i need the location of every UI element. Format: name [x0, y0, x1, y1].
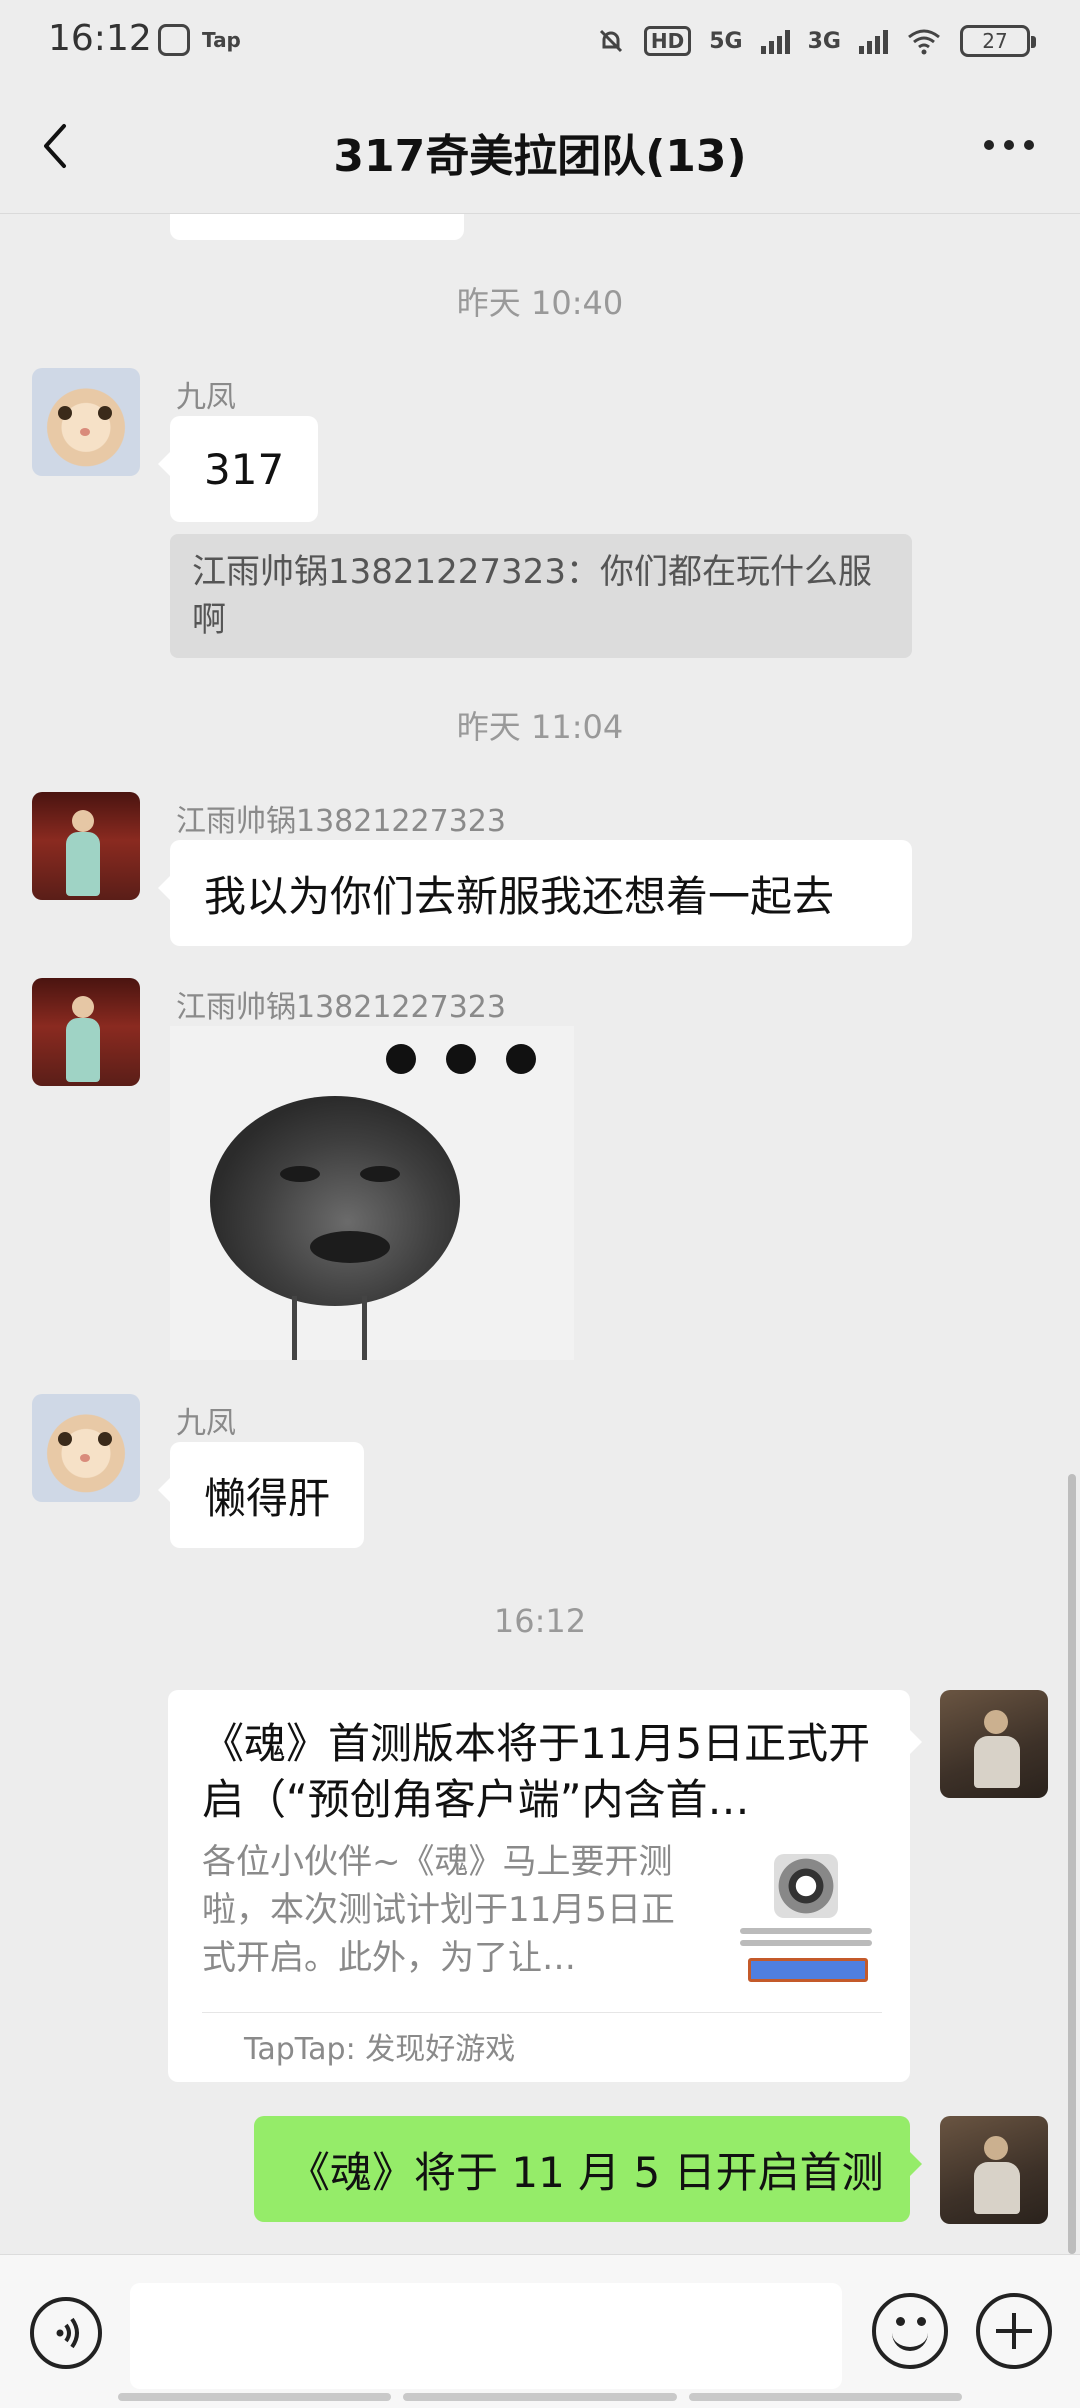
wifi-icon [908, 29, 940, 55]
meme-face-sticker[interactable] [170, 1026, 574, 1360]
link-card-description: 各位小伙伴~《魂》马上要开测啦，本次测试计划于11月5日正式开启。此外，为了让… [202, 1842, 675, 1978]
battery-icon: 27 [960, 25, 1036, 57]
link-card-title: 《魂》首测版本将于11月5日正式开启（“预创角客户端”内含首… [202, 1719, 871, 1824]
status-bar: 16:12 Tap HD 5G 3G 27 [0, 0, 1080, 80]
chat-area[interactable]: 昨天 10:40 九凤 317 江雨帅锅13821227323：你们都在玩什么服… [0, 214, 1080, 2254]
sender-name: 九凤 [176, 1406, 236, 1441]
sender-name: 江雨帅锅13821227323 [176, 990, 506, 1025]
more-dots-icon [984, 140, 994, 150]
timestamp: 16:12 [493, 1602, 587, 1640]
link-card-source: TapTap: 发现好游戏 [244, 2032, 516, 2067]
emoji-button[interactable] [872, 2293, 948, 2369]
chat-header: 317奇美拉团队(13) [0, 80, 1080, 214]
signal-3g-icon [859, 28, 888, 54]
emoji-icon [896, 2317, 905, 2326]
avatar-jiangyu[interactable] [32, 792, 140, 900]
avatar-jiangyu[interactable] [32, 978, 140, 1086]
network-5g-label: 5G [709, 28, 743, 54]
plus-icon[interactable] [976, 2293, 1052, 2369]
timestamp: 昨天 10:40 [456, 284, 624, 322]
tap-badge: Tap [202, 28, 241, 52]
link-card[interactable]: 《魂》首测版本将于11月5日正式开启（“预创角客户端”内含首… 各位小伙伴~《魂… [168, 1690, 922, 2082]
message-bubble[interactable]: 我以为你们去新服我还想着一起去 [158, 840, 912, 946]
gesture-nav-bar [118, 2393, 962, 2401]
message-bubble-sent[interactable]: 《魂》将于 11 月 5 日开启首测 [254, 2116, 922, 2222]
card-divider [202, 2012, 882, 2013]
mute-bell-icon [599, 29, 622, 53]
timestamp: 昨天 11:04 [456, 708, 624, 746]
voice-button[interactable] [30, 2297, 102, 2369]
input-bar [0, 2254, 1080, 2408]
message-bubble[interactable]: 317 [157, 416, 319, 522]
chat-title: 317奇美拉团队(13) [333, 131, 747, 182]
avatar-jiufeng[interactable] [32, 368, 140, 476]
sender-name: 江雨帅锅13821227323 [176, 804, 506, 839]
previous-message-bubble[interactable] [170, 214, 464, 240]
sender-name: 九凤 [176, 380, 236, 415]
link-card-thumbnail [736, 1854, 876, 1984]
network-3g-label: 3G [807, 28, 841, 54]
quoted-message[interactable]: 江雨帅锅13821227323：你们都在玩什么服啊 [170, 534, 912, 658]
message-bubble[interactable]: 懒得肝 [157, 1442, 365, 1548]
status-icons: HD 5G 3G 27 [596, 22, 1036, 60]
app-notification-icon [158, 24, 190, 56]
avatar-jiufeng[interactable] [32, 1394, 140, 1502]
voice-icon [56, 2317, 79, 2349]
hd-badge: HD [643, 26, 692, 56]
status-time: 16:12 [48, 18, 152, 59]
message-input[interactable] [130, 2283, 842, 2389]
more-button[interactable] [974, 120, 1044, 170]
signal-5g-icon [760, 28, 790, 54]
game-logo-icon [774, 1854, 838, 1918]
avatar-self[interactable] [940, 1690, 1048, 1798]
chat-scrollbar[interactable] [1068, 1474, 1076, 2254]
avatar-self[interactable] [940, 2116, 1048, 2224]
